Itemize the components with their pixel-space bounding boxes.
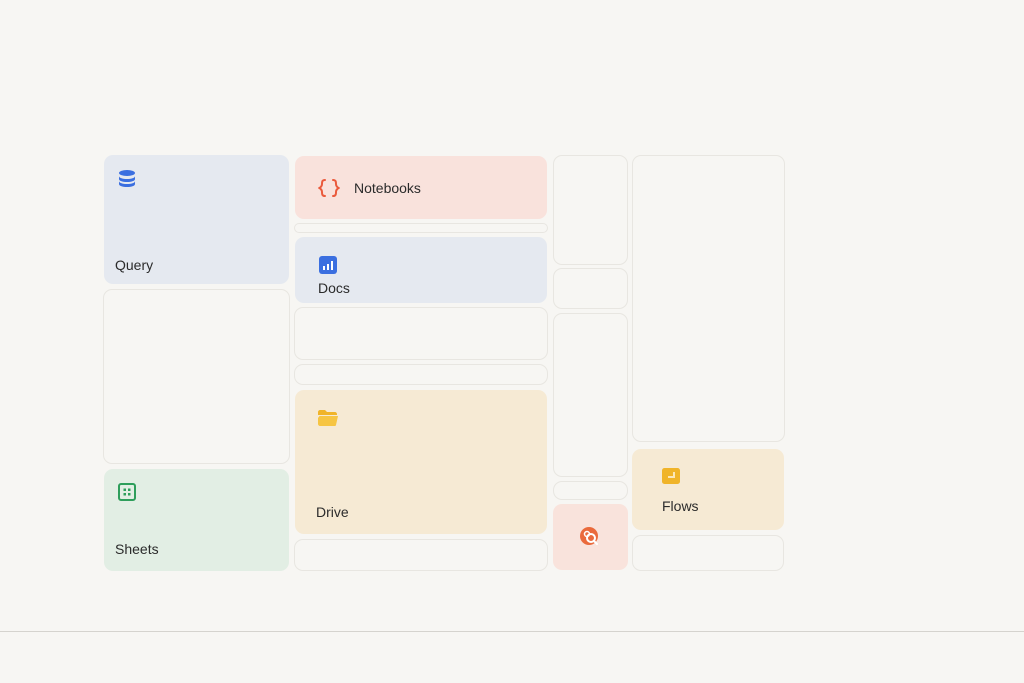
empty-tile (294, 539, 548, 571)
empty-tile (294, 223, 548, 233)
empty-tile (294, 307, 548, 360)
empty-tile (632, 535, 784, 571)
empty-tile (553, 268, 628, 309)
app-grid-page: Query Sheets Notebooks Docs Drive Flows (0, 0, 1024, 683)
query-label: Query (115, 257, 154, 273)
drive-label: Drive (316, 504, 349, 520)
folder-icon (318, 410, 338, 426)
sheets-label: Sheets (115, 541, 159, 557)
divider (0, 631, 1024, 632)
empty-tile (103, 289, 290, 464)
braces-icon (318, 179, 340, 197)
empty-tile (553, 313, 628, 477)
docs-tile[interactable]: Docs (295, 237, 547, 303)
flows-label: Flows (662, 498, 699, 514)
notebooks-tile[interactable]: Notebooks (295, 156, 547, 219)
notebooks-label: Notebooks (354, 180, 421, 196)
empty-tile (632, 155, 785, 442)
empty-tile (553, 481, 628, 500)
docs-label: Docs (318, 280, 350, 296)
search-tile[interactable] (553, 504, 628, 570)
query-tile[interactable]: Query (104, 155, 289, 284)
empty-tile (553, 155, 628, 265)
empty-tile (294, 364, 548, 385)
database-icon (119, 170, 135, 187)
flows-tile[interactable]: Flows (632, 449, 784, 530)
search-icon (580, 527, 598, 545)
grid-icon (118, 483, 136, 501)
drive-tile[interactable]: Drive (295, 390, 547, 534)
sheets-tile[interactable]: Sheets (104, 469, 289, 571)
image-icon (662, 468, 680, 484)
bar-chart-icon (319, 256, 337, 274)
